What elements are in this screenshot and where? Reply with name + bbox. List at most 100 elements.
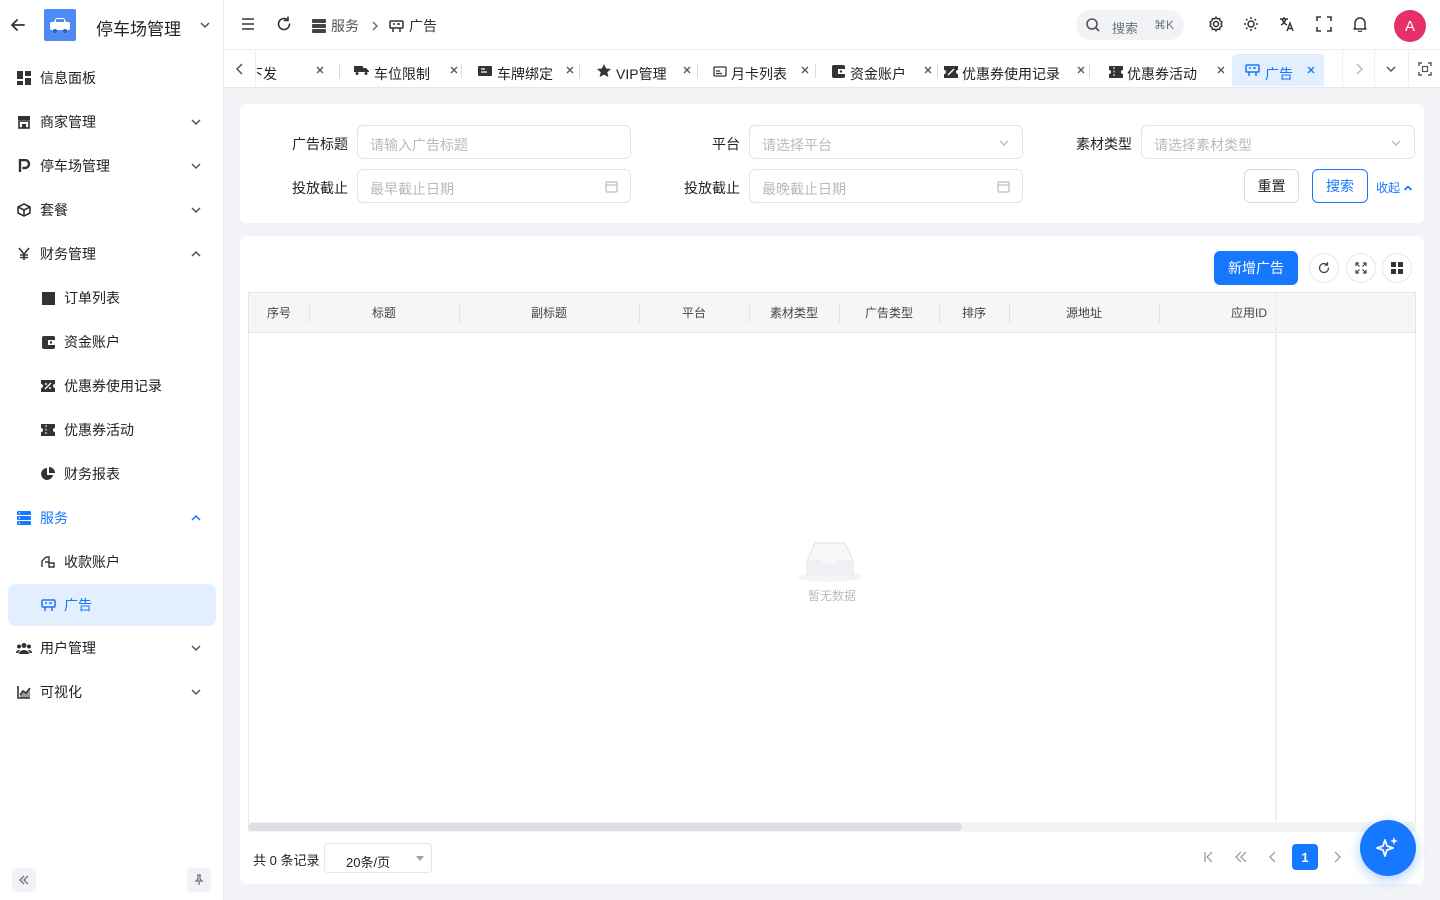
menu-toggle-icon[interactable] [241,16,255,32]
refresh-icon[interactable] [276,16,292,32]
first-page-icon[interactable] [1196,844,1222,870]
sidebar-item-parking[interactable]: 停车场管理 [0,144,224,188]
pie-chart-icon [40,466,56,482]
prev-page-icon[interactable] [1260,844,1286,870]
sun-icon[interactable] [1243,16,1259,32]
fixed-column-shadow [1275,293,1277,821]
pin-icon[interactable] [187,868,211,892]
tab-coupon-records[interactable]: 优惠券使用记录 [943,54,1107,86]
close-icon[interactable] [565,65,575,75]
add-ad-button[interactable]: 新增广告 [1214,251,1298,285]
fullscreen-icon[interactable] [1316,16,1332,32]
caret-down-icon [416,856,424,861]
ai-assistant-button[interactable] [1360,820,1416,876]
scrollbar-thumb[interactable] [248,823,962,831]
search-button[interactable]: 搜索 [1312,169,1368,203]
page-size-select[interactable]: 20条/页 [324,843,432,873]
close-icon[interactable] [1076,65,1086,75]
page-number-current[interactable]: 1 [1292,844,1318,870]
horizontal-scrollbar[interactable] [248,822,1416,832]
deadline-end-picker[interactable]: 最晚截止日期 [749,169,1023,203]
reload-icon[interactable] [1309,253,1339,283]
collapse-filter-toggle[interactable]: 收起 [1376,179,1413,196]
column-header[interactable]: 素材类型 [749,293,839,333]
bell-icon[interactable] [1352,16,1368,32]
close-icon[interactable] [800,65,810,75]
prev-group-icon[interactable] [1228,844,1254,870]
tab-divider [579,64,580,78]
breadcrumb-service[interactable]: 服务 [331,16,359,36]
platform-select[interactable]: 请选择平台 [749,125,1023,159]
tab-divider [937,64,938,78]
close-icon[interactable] [923,65,933,75]
gear-icon[interactable] [1208,16,1224,32]
sidebar-item-dashboard[interactable]: 信息面板 [0,56,224,100]
column-header[interactable]: 标题 [309,293,459,333]
sidebar-item-wallet[interactable]: 资金账户 [0,320,224,364]
sidebar-item-visualization[interactable]: 可视化 [0,670,224,714]
chevron-down-icon[interactable] [199,19,211,31]
column-header[interactable]: 源地址 [1009,293,1159,333]
column-header[interactable]: 序号 [249,293,309,333]
sidebar-item-finance-report[interactable]: 财务报表 [0,452,224,496]
tab-maximize-icon[interactable] [1408,50,1440,88]
chevron-left-icon[interactable] [224,50,256,88]
chevron-down-icon [190,204,202,216]
sidebar-item-advertisement[interactable]: 广告 [8,584,216,626]
tab-monthly-card[interactable]: 月卡列表 [703,54,815,86]
sidebar-item-finance[interactable]: 财务管理 [0,232,224,276]
sidebar-item-package[interactable]: 套餐 [0,188,224,232]
close-icon[interactable] [449,65,459,75]
deadline-start-picker[interactable]: 最早截止日期 [357,169,631,203]
ad-title-input[interactable]: 请输入广告标题 [357,125,631,159]
close-icon[interactable] [315,65,325,75]
tab-divider [339,64,340,78]
column-header[interactable]: 平台 [639,293,749,333]
sidebar-item-label: 财务管理 [40,246,96,262]
tab-vip[interactable]: VIP管理 [585,54,697,86]
sidebar-item-orders[interactable]: 订单列表 [0,276,224,320]
close-icon[interactable] [1306,65,1316,75]
tab-dispatch[interactable]: 下发 [257,54,337,86]
tab-space-limit[interactable]: 车位限制 [345,54,463,86]
column-header[interactable]: 广告类型 [839,293,939,333]
close-icon[interactable] [682,65,692,75]
column-header[interactable]: 应用ID [1159,293,1275,333]
material-type-select[interactable]: 请选择素材类型 [1141,125,1415,159]
collapse-sidebar-icon[interactable] [12,868,36,892]
search-shortcut: ⌘K [1154,18,1175,32]
chevron-right-icon[interactable] [1342,50,1374,88]
column-header[interactable]: 副标题 [459,293,639,333]
sidebar-item-coupon-records[interactable]: 优惠券使用记录 [0,364,224,408]
calendar-icon [605,181,618,193]
global-search[interactable]: 搜索 ⌘K [1076,10,1184,40]
reset-button[interactable]: 重置 [1244,169,1299,203]
chevron-down-icon[interactable] [1374,50,1406,88]
close-icon[interactable] [1216,65,1226,75]
deadline-end-label: 投放截止 [684,180,740,196]
tab-plate-binding[interactable]: 车牌绑定 [467,54,587,86]
platform-label: 平台 [712,136,740,152]
column-header[interactable]: 排序 [939,293,1009,333]
tab-wallet[interactable]: 资金账户 [821,54,939,86]
tab-advertisement[interactable]: 广告 [1232,54,1324,86]
empty-text: 暂无数据 [807,589,856,603]
column-settings-icon[interactable] [1382,253,1412,283]
store-icon [16,114,32,130]
truck-icon [354,65,369,75]
sidebar-item-payment-account[interactable]: 收款账户 [0,540,224,584]
sidebar-item-label: 用户管理 [40,640,96,656]
avatar[interactable]: A [1394,10,1426,42]
sidebar-item-merchant[interactable]: 商家管理 [0,100,224,144]
brand-bar: 停车场管理 [0,0,224,50]
sidebar-item-coupon-activity[interactable]: 优惠券活动 [0,408,224,452]
table-header: 序号 标题 副标题 平台 素材类型 广告类型 排序 源地址 应用ID [249,293,1415,333]
next-page-icon[interactable] [1324,844,1350,870]
expand-icon[interactable] [1346,253,1376,283]
sidebar-item-service[interactable]: 服务 [0,496,224,540]
tab-coupon-activity[interactable]: 优惠券活动 [1095,54,1225,86]
sidebar-item-users[interactable]: 用户管理 [0,626,224,670]
breadcrumb-advertisement: 广告 [409,18,437,34]
translate-icon[interactable] [1279,16,1295,32]
back-arrow-icon[interactable] [9,16,27,34]
